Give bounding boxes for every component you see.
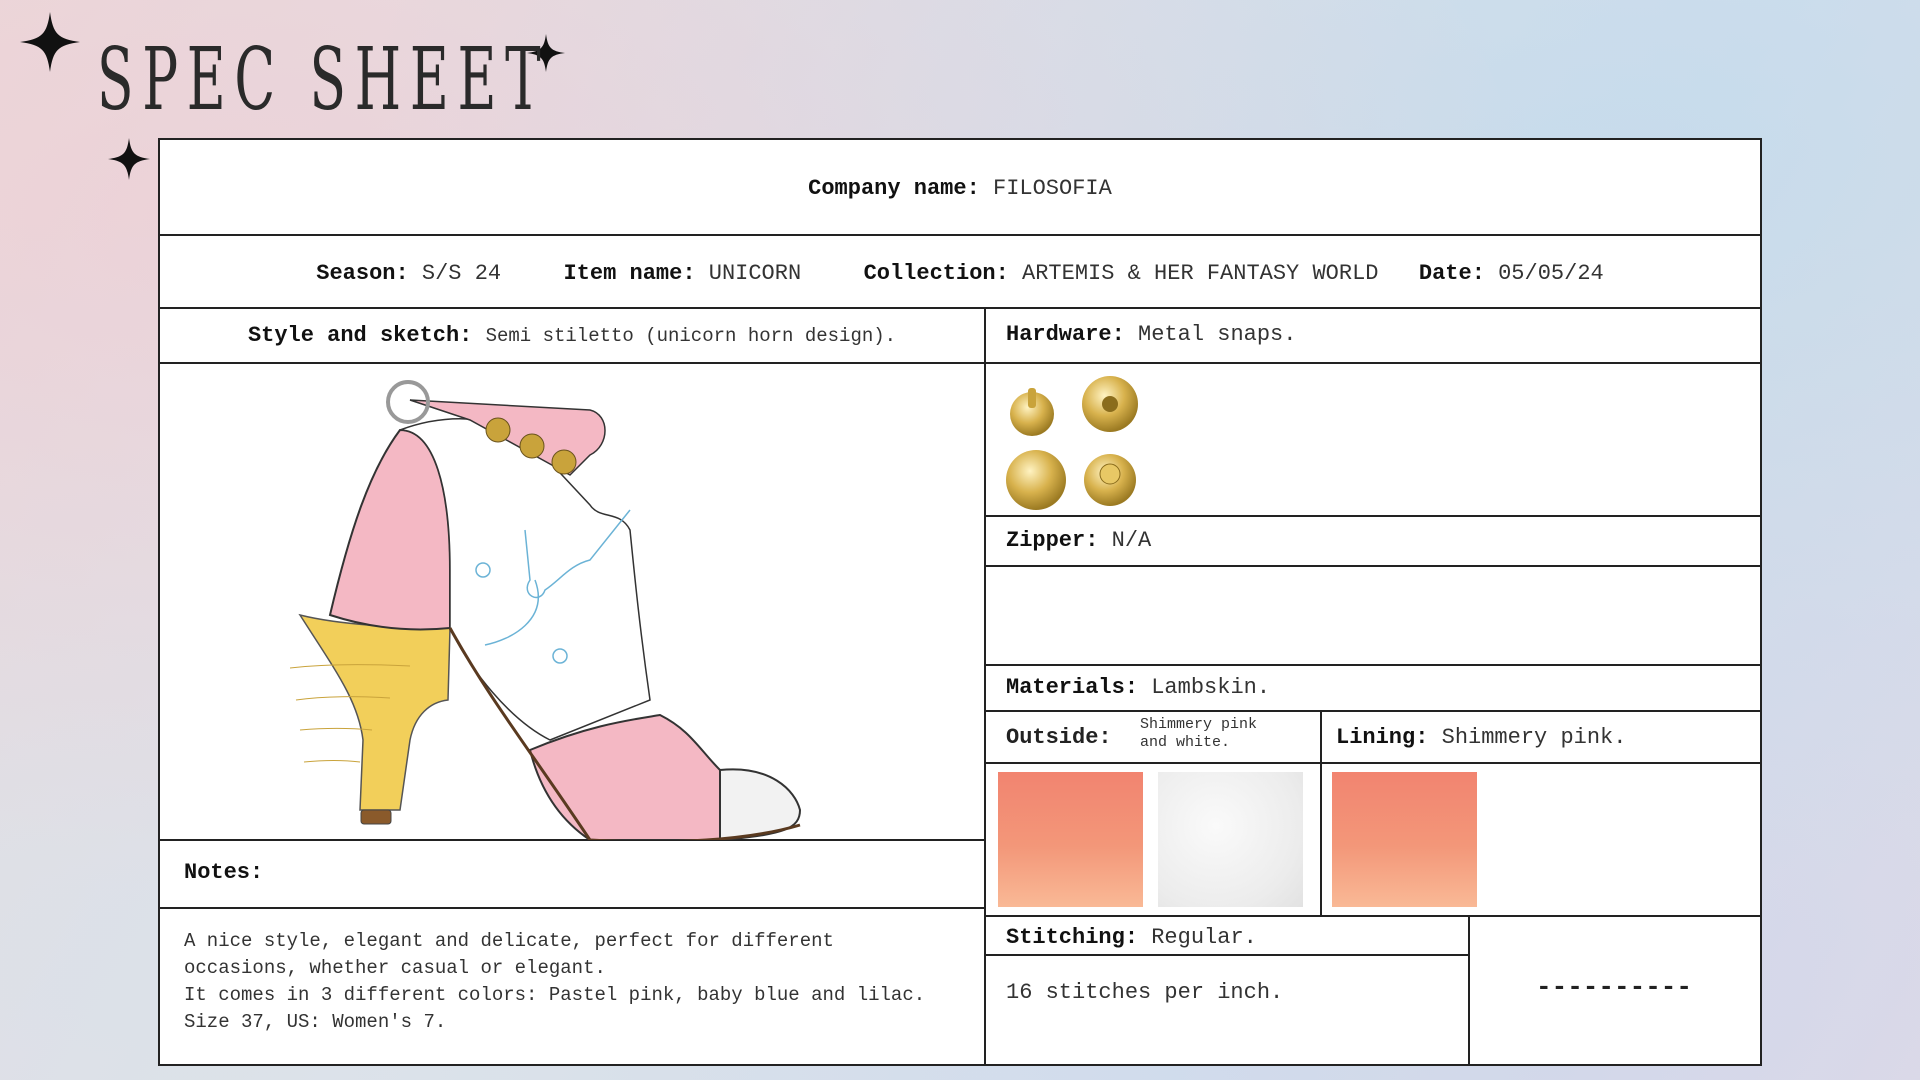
sparkle-icon <box>20 12 80 72</box>
style-row: Style and sketch: Semi stiletto (unicorn… <box>160 323 984 348</box>
date-value: 05/05/24 <box>1498 261 1604 286</box>
company-name: FILOSOFIA <box>993 176 1112 201</box>
hardware-row: Hardware: Metal snaps. <box>1006 322 1296 347</box>
snap-button-icon <box>1006 376 1138 510</box>
style-label: Style and sketch: <box>247 323 473 348</box>
season-label: Season: <box>316 261 409 286</box>
sparkle-icon <box>108 138 150 180</box>
zipper-label: Zipper: <box>1006 528 1099 553</box>
lining-swatch-pink <box>1332 772 1477 907</box>
hardware-label: Hardware: <box>1006 322 1125 347</box>
stitching-value: Regular. <box>1151 925 1257 950</box>
lining-value: Shimmery pink. <box>1441 725 1627 750</box>
lining-row: Lining: Shimmery pink. <box>1336 725 1626 750</box>
spec-sheet: Company name: FILOSOFIA Season: S/S 24 I… <box>158 138 1762 1066</box>
meta-row: Season: S/S 24 Item name: UNICORN Collec… <box>160 261 1760 286</box>
materials-row: Materials: Lambskin. <box>1006 675 1270 700</box>
notes-label: Notes: <box>184 860 264 885</box>
notes-text: A nice style, elegant and delicate, perf… <box>184 930 926 1033</box>
materials-value: Lambskin. <box>1151 675 1271 700</box>
style-value: Semi stiletto (unicorn horn design). <box>485 325 897 347</box>
outside-swatch-pink <box>998 772 1143 907</box>
collection-label: Collection: <box>863 261 1009 286</box>
stitching-detail: 16 stitches per inch. <box>1006 980 1284 1005</box>
collection-value: ARTEMIS & HER FANTASY WORLD <box>1022 261 1379 286</box>
zipper-value: N/A <box>1111 528 1152 553</box>
lining-label: Lining: <box>1336 725 1429 750</box>
stitching-label: Stitching: <box>1006 925 1139 950</box>
date-label: Date: <box>1418 261 1485 286</box>
season-value: S/S 24 <box>421 261 502 286</box>
outside-value: Shimmery pink and white. <box>1140 716 1258 751</box>
item-name-value: UNICORN <box>708 261 802 286</box>
hardware-value: Metal snaps. <box>1138 322 1297 347</box>
page-title: SPEC SHEET <box>97 30 550 130</box>
stitching-row: Stitching: Regular. <box>1006 925 1257 950</box>
outside-swatch-white <box>1158 772 1303 907</box>
materials-label: Materials: <box>1006 675 1139 700</box>
stitching-dashes: ---------- <box>1535 972 1693 1002</box>
shoe-sketch <box>290 380 802 840</box>
outside-label: Outside: <box>1006 725 1112 750</box>
company-label: Company name: <box>808 176 980 201</box>
company-row: Company name: FILOSOFIA <box>160 176 1760 201</box>
item-name-label: Item name: <box>563 261 696 286</box>
zipper-row: Zipper: N/A <box>1006 528 1151 553</box>
